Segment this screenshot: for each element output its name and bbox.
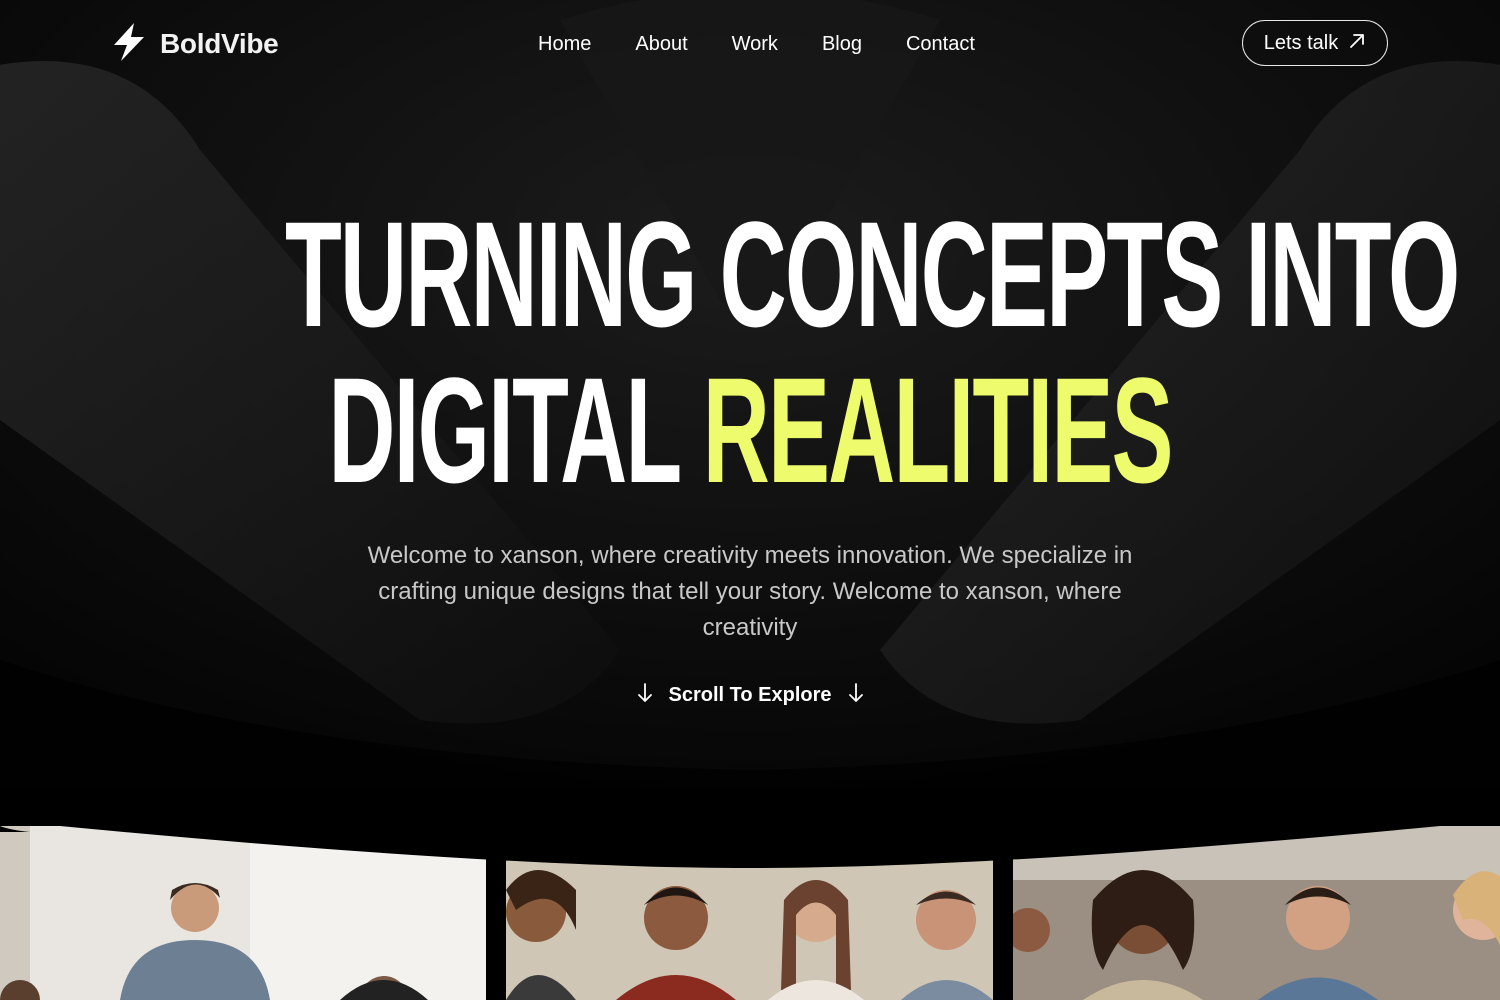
lets-talk-button[interactable]: Lets talk bbox=[1242, 20, 1388, 66]
scroll-label: Scroll To Explore bbox=[668, 684, 832, 706]
lets-talk-label: Lets talk bbox=[1263, 31, 1339, 54]
headline-line-2: DIGITAL REALITIES bbox=[285, 352, 1215, 508]
site-header: BoldVibe Home About Work Blog Contact Le… bbox=[0, 0, 1500, 88]
arrow-down-icon bbox=[848, 682, 864, 709]
arrow-up-right-icon bbox=[1348, 32, 1366, 55]
brand-name: BoldVibe bbox=[160, 28, 279, 59]
nav-item-home[interactable]: Home bbox=[538, 30, 591, 58]
lightning-bolt-icon bbox=[108, 21, 150, 68]
arrow-down-icon bbox=[637, 682, 653, 709]
headline-line-1: TURNING CONCEPTS INTO bbox=[285, 190, 1460, 358]
main-nav: Home About Work Blog Contact bbox=[538, 30, 975, 58]
nav-item-contact[interactable]: Contact bbox=[906, 30, 975, 58]
scroll-to-explore[interactable]: Scroll To Explore bbox=[0, 682, 1500, 709]
hero-bottom-curve bbox=[0, 790, 1500, 868]
nav-item-work[interactable]: Work bbox=[732, 30, 778, 58]
headline-accent-word: REALITIES bbox=[702, 346, 1174, 514]
hero-intro: Welcome to xanson, where creativity meet… bbox=[367, 542, 1133, 641]
headline-plain-word: DIGITAL bbox=[328, 346, 680, 514]
hero-headline: TURNING CONCEPTS INTO DIGITAL REALITIES bbox=[0, 196, 1500, 508]
nav-item-blog[interactable]: Blog bbox=[822, 30, 862, 58]
nav-item-about[interactable]: About bbox=[635, 30, 687, 58]
brand-logo[interactable]: BoldVibe bbox=[108, 21, 279, 68]
